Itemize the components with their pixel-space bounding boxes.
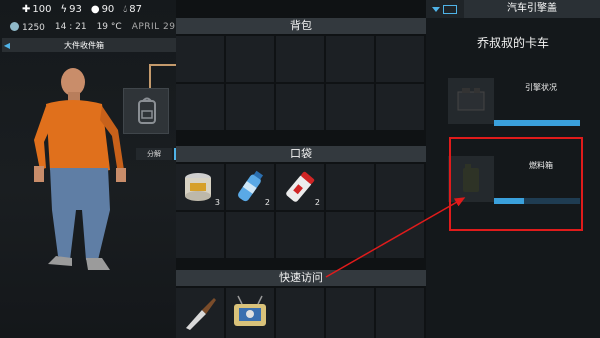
collapse-toggle[interactable] — [426, 0, 464, 18]
coin-icon — [10, 21, 19, 31]
energy-value: 93 — [69, 3, 82, 15]
engine-icon — [457, 88, 485, 111]
part-engine[interactable]: 引擎状况 — [448, 78, 580, 126]
backpack-slot[interactable] — [226, 36, 274, 82]
pocket-slot[interactable] — [226, 212, 274, 258]
item-quantity: 2 — [264, 198, 270, 207]
backpack-slot[interactable] — [176, 36, 224, 82]
backpack-icon — [138, 97, 156, 124]
temperature-value: 19 °C — [96, 22, 122, 32]
water-drop-icon: 💧︎ — [123, 3, 128, 15]
pockets-grid: 3 2 2 — [176, 164, 426, 258]
pockets-header: 口袋 — [176, 146, 426, 162]
vehicle-tab-bar: 汽车引擎盖 — [426, 0, 600, 18]
water-value: 87 — [129, 3, 143, 15]
pocket-slot[interactable] — [326, 164, 374, 210]
quick-slot[interactable] — [326, 288, 374, 338]
quick-slot-knife[interactable] — [176, 288, 224, 338]
chevron-down-icon — [432, 6, 440, 12]
backpack-slot[interactable] — [276, 36, 324, 82]
tab-car-hood[interactable]: 汽车引擎盖 — [464, 0, 600, 18]
apple-icon: ● — [90, 3, 100, 15]
quick-slot-radio[interactable] — [226, 288, 274, 338]
backpack-grid — [176, 36, 426, 130]
backpack-slot[interactable] — [326, 84, 374, 130]
part-engine-label: 引擎状况 — [525, 83, 557, 92]
knife-icon — [186, 298, 216, 330]
pocket-slot[interactable] — [326, 212, 374, 258]
vehicle-name: 乔叔叔的卡车 — [476, 36, 549, 50]
water-stat: 💧︎ 87 — [123, 4, 142, 15]
pocket-slot[interactable] — [276, 212, 324, 258]
energy-stat: ϟ 93 — [60, 4, 81, 15]
vital-stats-bar: ✚ 100 ϟ 93 ● 90 💧︎ 87 — [0, 0, 176, 18]
container-selector[interactable]: ◀ 大件收件箱 — [2, 38, 176, 52]
status-bar: 1250 14 : 21 19 °C APRIL 29 — [0, 18, 176, 36]
coin-value: 1250 — [22, 22, 45, 33]
backpack-slot[interactable] — [376, 36, 424, 82]
split-button[interactable]: 分解 — [136, 148, 176, 160]
health-value: 100 — [32, 3, 52, 15]
quick-access-grid — [176, 288, 426, 338]
back-arrow-icon[interactable]: ◀ — [2, 41, 12, 50]
pocket-slot[interactable] — [376, 212, 424, 258]
radio-icon — [234, 295, 266, 326]
fuel-tank-highlight — [449, 137, 583, 231]
food-stat: ● 90 — [91, 4, 114, 15]
pocket-slot-spray-can[interactable]: 2 — [276, 164, 324, 210]
date-value: APRIL 29 — [131, 22, 176, 32]
character-panel: ✚ 100 ϟ 93 ● 90 💧︎ 87 1250 14 : 21 19 °C… — [0, 0, 176, 338]
split-label: 分解 — [147, 150, 161, 158]
pocket-slot-canned-food[interactable]: 3 — [176, 164, 224, 210]
food-value: 90 — [101, 3, 115, 15]
backpack-header: 背包 — [176, 18, 426, 34]
inventory-panel: 背包 口袋 3 2 2 快速访问 — [176, 0, 426, 338]
backpack-slot[interactable] — [226, 84, 274, 130]
quick-slot[interactable] — [276, 288, 324, 338]
item-quantity: 3 — [214, 198, 220, 207]
hood-icon — [443, 4, 457, 14]
backpack-slot[interactable] — [276, 84, 324, 130]
backpack-slot[interactable] — [326, 36, 374, 82]
quick-access-header: 快速访问 — [176, 270, 426, 286]
item-quantity: 2 — [314, 198, 320, 207]
lightning-icon: ϟ — [60, 3, 68, 15]
pocket-slot[interactable] — [176, 212, 224, 258]
engine-slot — [448, 78, 494, 124]
health-stat: ✚ 100 — [22, 4, 51, 15]
quick-slot[interactable] — [376, 288, 424, 338]
backpack-slot[interactable] — [376, 84, 424, 130]
engine-condition-fill — [494, 120, 580, 126]
pocket-slot-water-bottle[interactable]: 2 — [226, 164, 274, 210]
container-label: 大件收件箱 — [64, 40, 104, 50]
backpack-slot[interactable] — [176, 84, 224, 130]
time-value: 14 : 21 — [54, 22, 87, 32]
coin-stat: 1250 — [10, 21, 45, 33]
engine-condition-bar — [494, 120, 580, 126]
backpack-slot[interactable] — [123, 88, 169, 134]
pocket-slot[interactable] — [376, 164, 424, 210]
plus-icon: ✚ — [22, 3, 31, 15]
